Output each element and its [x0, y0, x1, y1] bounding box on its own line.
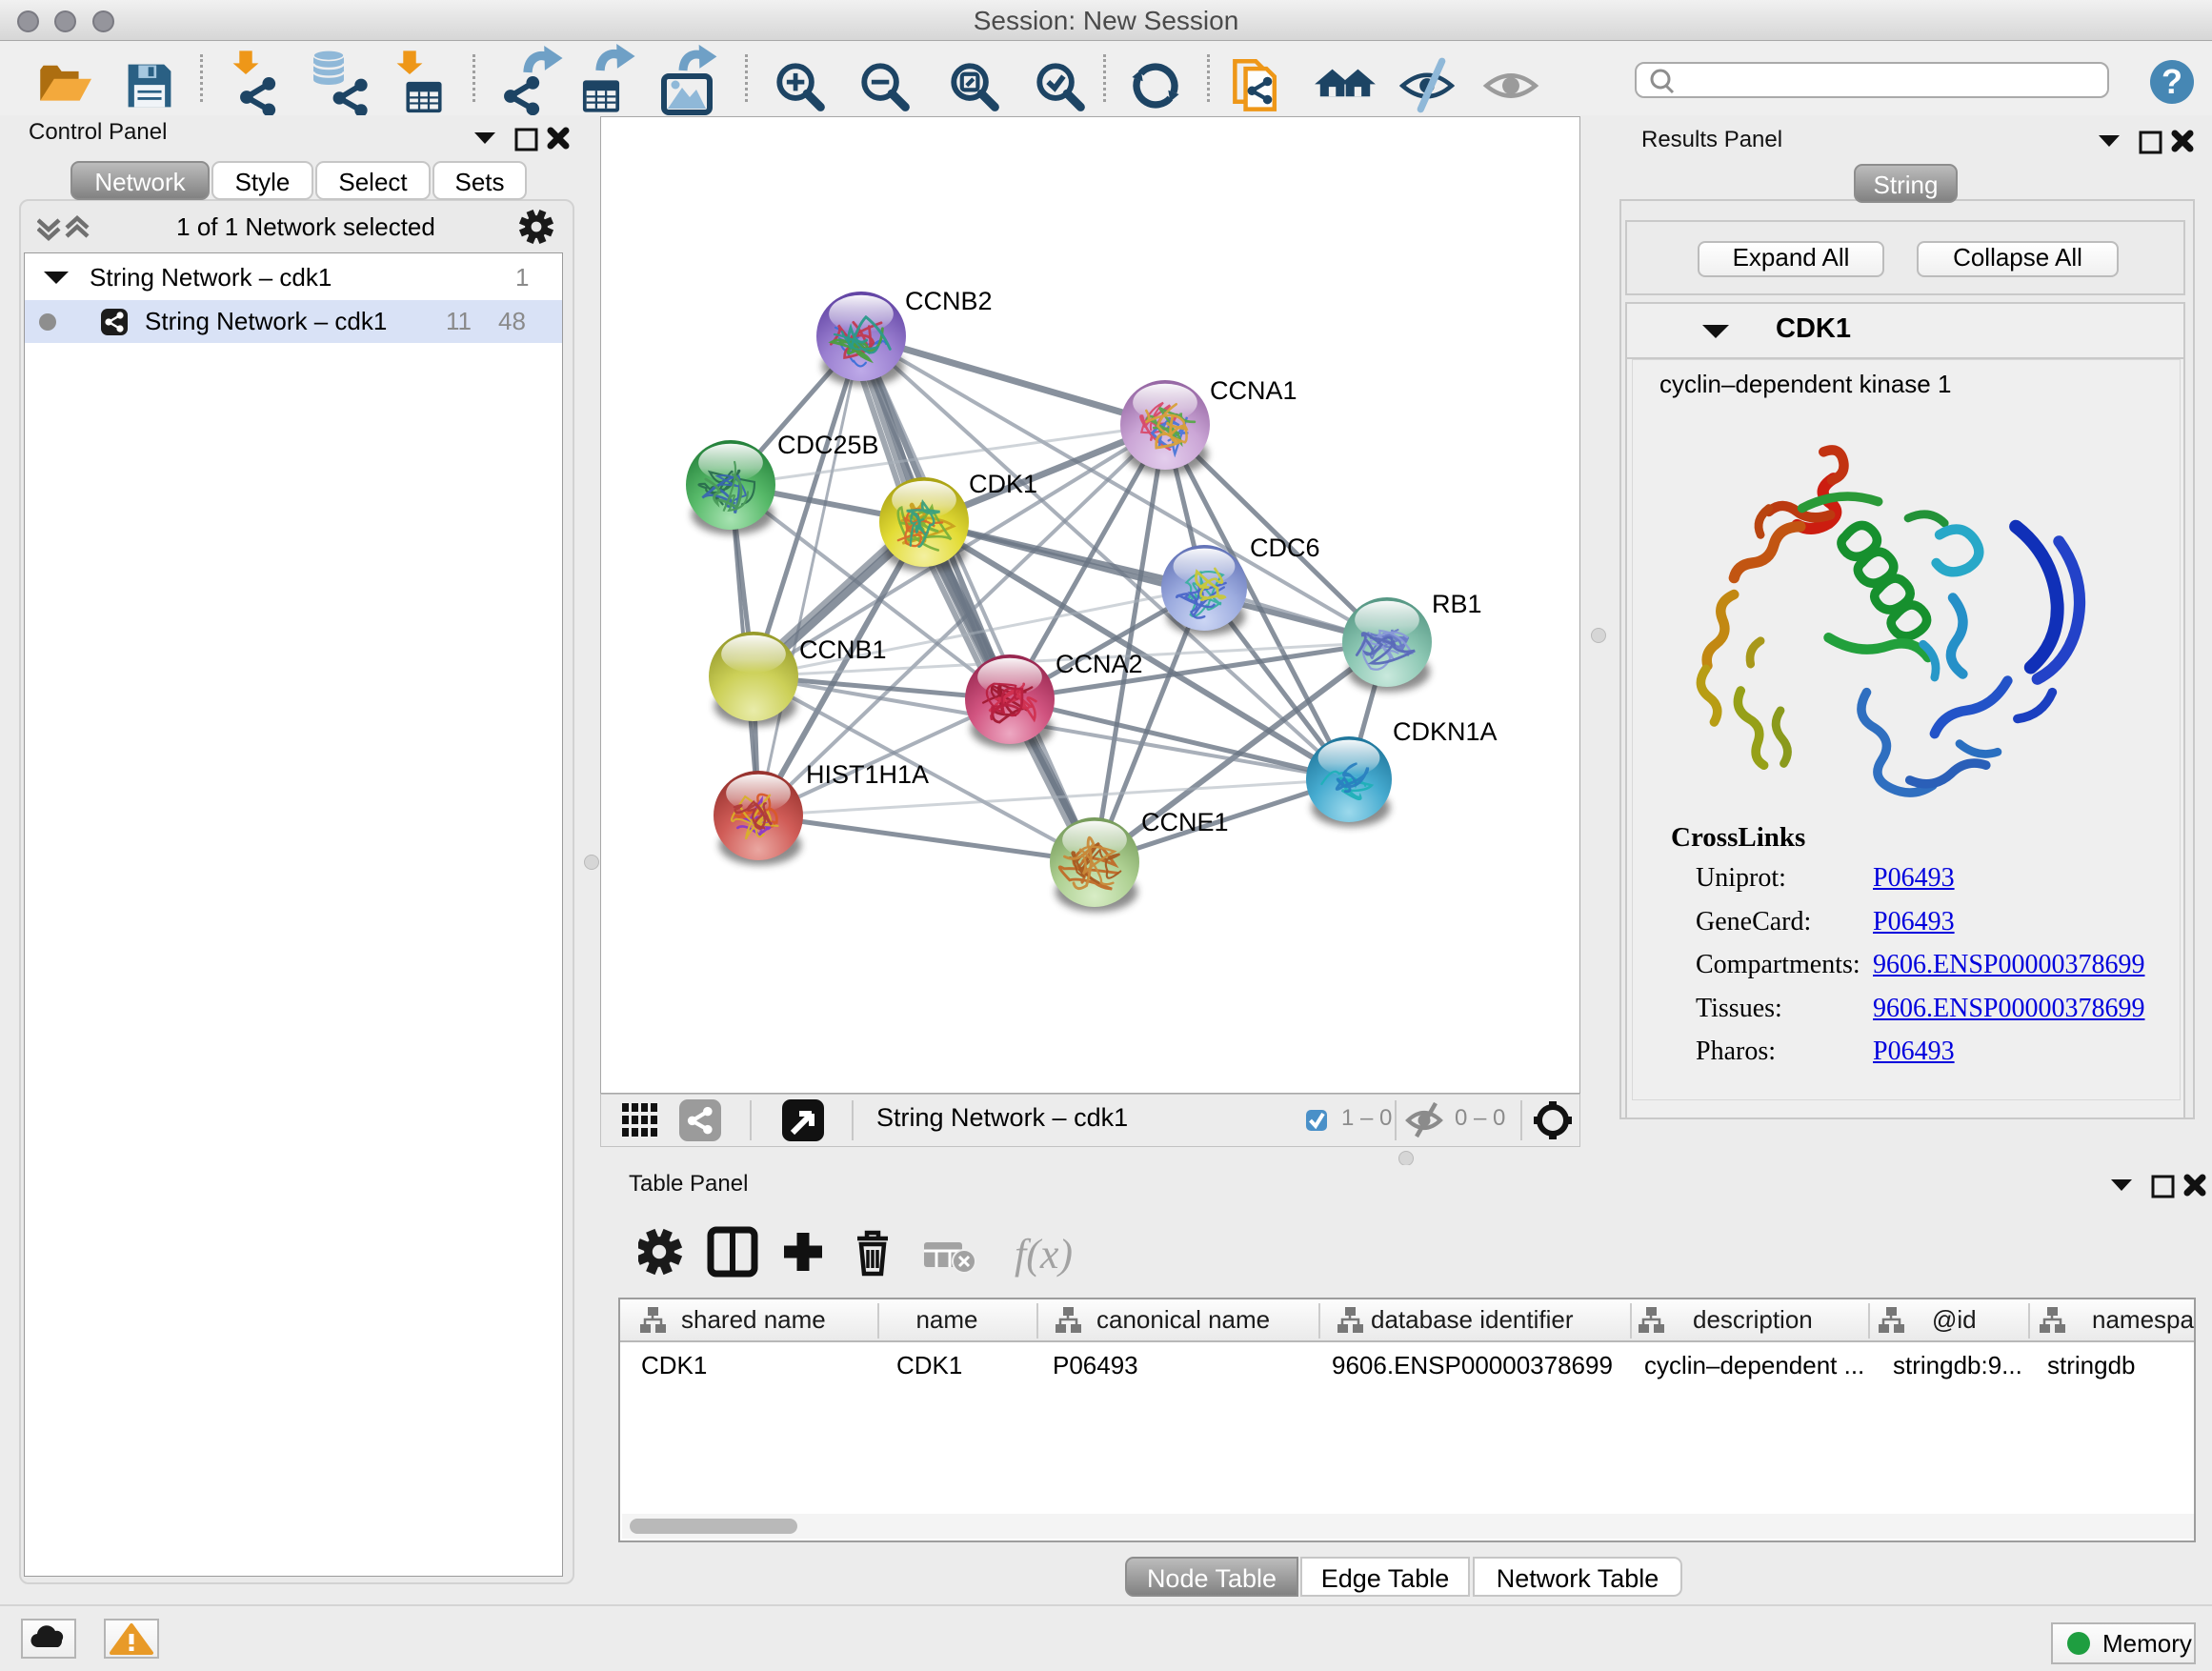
svg-text:HIST1H1A: HIST1H1A [806, 760, 929, 789]
svg-text:RB1: RB1 [1432, 590, 1482, 618]
svg-text:CCNB2: CCNB2 [905, 287, 993, 315]
svg-text:CCNA2: CCNA2 [1056, 650, 1143, 678]
svg-text:CDC6: CDC6 [1250, 534, 1320, 562]
svg-text:CDK1: CDK1 [969, 470, 1037, 498]
svg-text:CCNE1: CCNE1 [1141, 808, 1229, 836]
svg-text:CCNB1: CCNB1 [799, 635, 887, 664]
svg-text:f(x): f(x) [1015, 1231, 1073, 1278]
svg-text:CDKN1A: CDKN1A [1393, 717, 1498, 746]
svg-text:?: ? [2162, 62, 2182, 101]
svg-text:CCNA1: CCNA1 [1210, 376, 1297, 405]
svg-text:CDC25B: CDC25B [777, 431, 879, 459]
